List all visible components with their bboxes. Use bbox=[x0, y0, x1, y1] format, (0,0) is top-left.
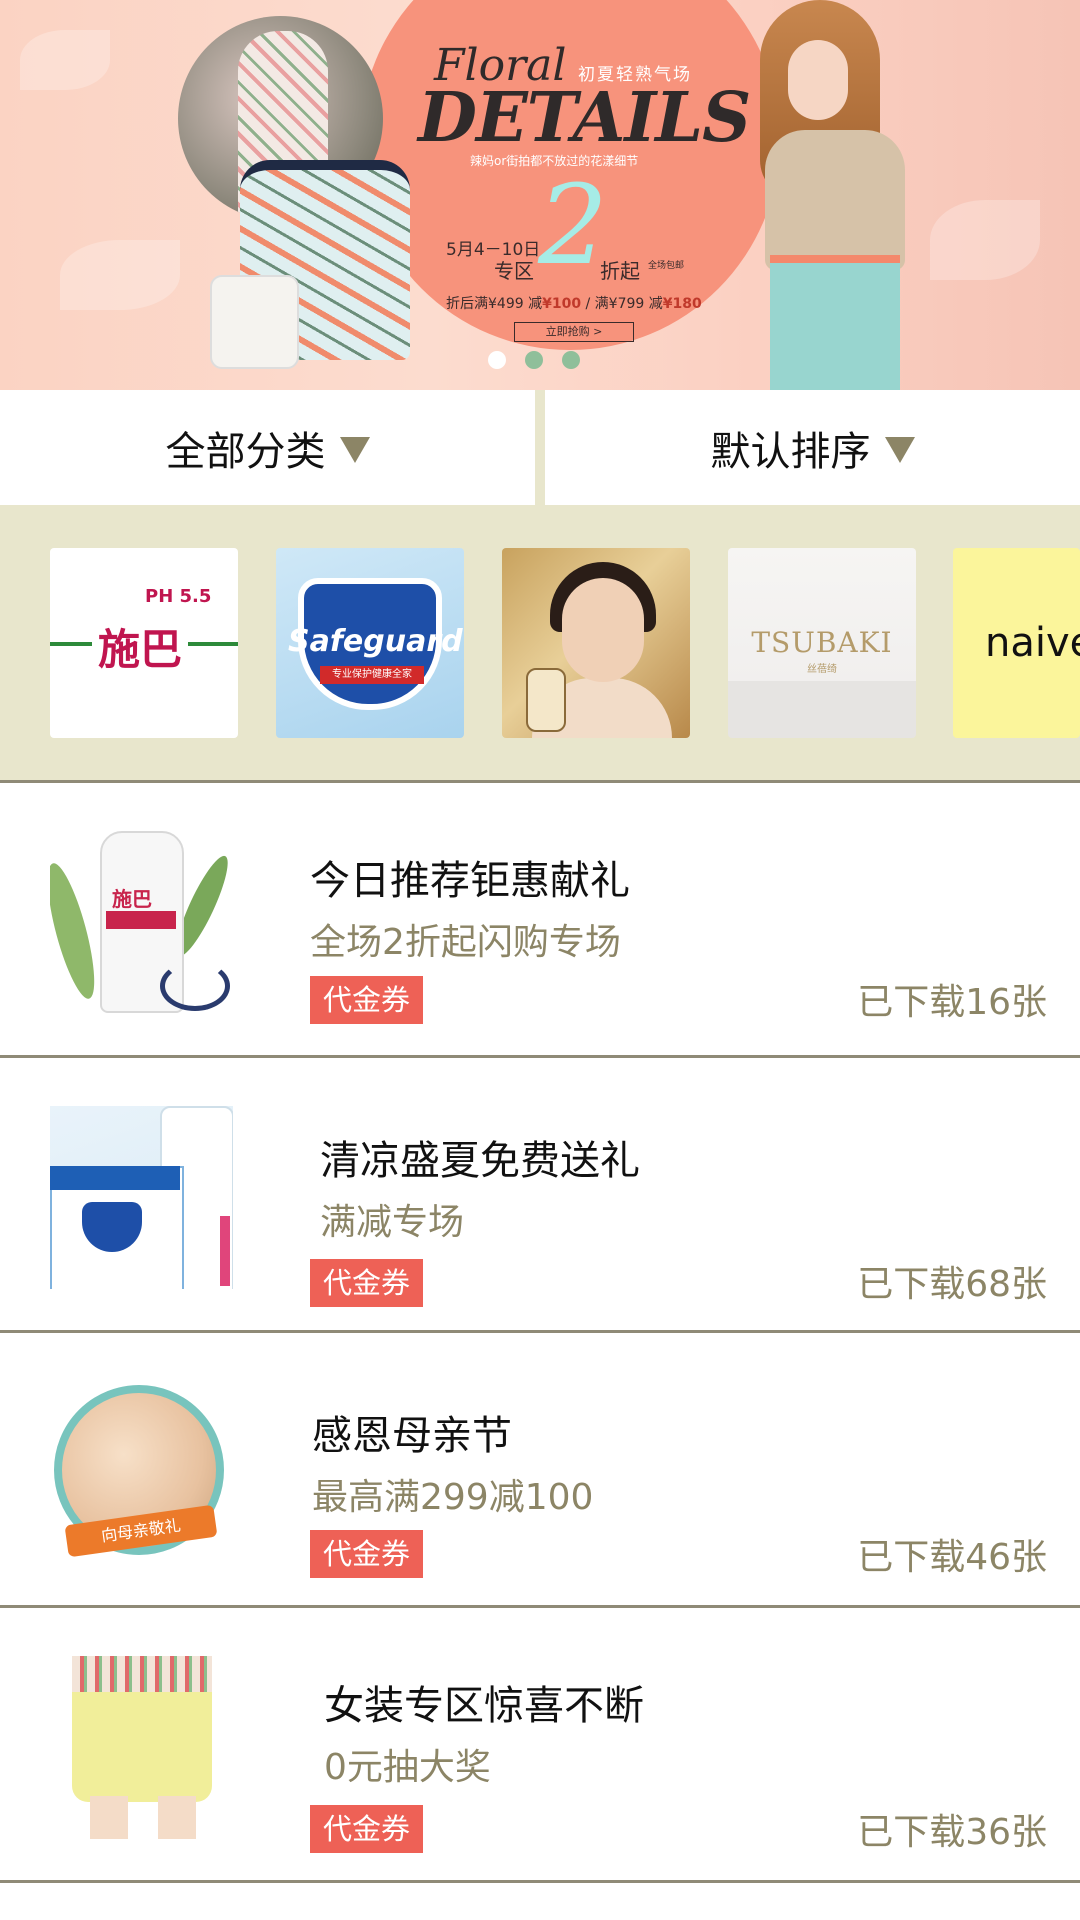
brand-ph-label: PH 5.5 bbox=[145, 586, 212, 607]
download-count: 已下载16张 bbox=[857, 982, 1047, 1023]
brand-tile-model-photo[interactable] bbox=[502, 548, 690, 738]
carousel-dot[interactable] bbox=[562, 351, 580, 369]
brand-subname: 丝蓓绮 bbox=[807, 664, 837, 675]
filter-bar: 全部分类 默认排序 bbox=[0, 390, 1080, 508]
item-thumbnail bbox=[50, 1656, 233, 1839]
brand-name: 施巴 bbox=[92, 616, 189, 677]
brand-tile-tsubaki[interactable]: TSUBAKI 丝蓓绮 bbox=[728, 548, 916, 738]
item-title: 今日推荐钜惠献礼 bbox=[310, 858, 630, 904]
dropdown-arrow-icon bbox=[339, 436, 370, 463]
category-filter-button[interactable]: 全部分类 bbox=[0, 390, 535, 505]
sort-filter-button[interactable]: 默认排序 bbox=[545, 390, 1080, 505]
item-subtitle: 0元抽大奖 bbox=[324, 1747, 491, 1788]
banner-title: DETAILS bbox=[418, 78, 751, 158]
item-title: 女装专区惊喜不断 bbox=[324, 1683, 644, 1729]
coupon-badge[interactable]: 代金券 bbox=[310, 1259, 423, 1307]
banner-zone: 专区 bbox=[494, 259, 534, 283]
dropdown-arrow-icon bbox=[884, 436, 915, 463]
brand-tile-safeguard[interactable]: Safeguard 专业保护健康全家 bbox=[276, 548, 464, 738]
coupon-badge[interactable]: 代金券 bbox=[310, 1530, 423, 1578]
item-subtitle: 全场2折起闪购专场 bbox=[310, 922, 621, 963]
download-count: 已下载68张 bbox=[857, 1264, 1047, 1305]
download-count: 已下载46张 bbox=[857, 1537, 1047, 1578]
banner-free-shipping: 全场包邮 bbox=[648, 261, 685, 271]
banner-discount-suffix: 折起 bbox=[600, 259, 640, 283]
banner-model-image bbox=[760, 0, 910, 390]
carousel-dot[interactable] bbox=[488, 351, 506, 369]
list-item[interactable]: 清凉盛夏免费送礼 满减专场 代金券 已下载68张 bbox=[0, 1058, 1080, 1333]
brand-tile-sebamed[interactable]: PH 5.5 施巴 bbox=[50, 548, 238, 738]
decor-leaf bbox=[930, 200, 1040, 280]
item-title: 清凉盛夏免费送礼 bbox=[320, 1138, 640, 1184]
category-filter-label: 全部分类 bbox=[165, 428, 326, 475]
item-title: 感恩母亲节 bbox=[312, 1413, 512, 1459]
decor-leaf bbox=[60, 240, 180, 310]
brand-name: TSUBAKI bbox=[751, 626, 893, 659]
carousel-dot[interactable] bbox=[525, 351, 543, 369]
sort-filter-label: 默认排序 bbox=[710, 428, 871, 475]
item-thumbnail: 向母亲敬礼 bbox=[50, 1381, 233, 1564]
item-thumbnail bbox=[50, 1106, 233, 1289]
decor-leaf bbox=[20, 30, 110, 90]
product-bottle-image bbox=[526, 668, 566, 732]
banner-buy-button[interactable]: 立即抢购 > bbox=[514, 322, 634, 342]
coupon-badge[interactable]: 代金券 bbox=[310, 976, 423, 1024]
brand-carousel[interactable]: PH 5.5 施巴 Safeguard 专业保护健康全家 TSUBAKI 丝蓓绮… bbox=[0, 508, 1080, 783]
coupon-badge[interactable]: 代金券 bbox=[310, 1805, 423, 1853]
brand-tile-naive[interactable]: naive bbox=[953, 548, 1080, 738]
carousel-indicator[interactable] bbox=[488, 351, 580, 369]
list-item[interactable]: 施巴 今日推荐钜惠献礼 全场2折起闪购专场 代金券 已下载16张 bbox=[0, 783, 1080, 1058]
brand-name: naive bbox=[985, 620, 1080, 666]
item-subtitle: 满减专场 bbox=[320, 1202, 465, 1243]
banner-promo-text: 折后满¥499 减¥100 / 满¥799 减¥180 bbox=[446, 296, 702, 312]
list-item[interactable]: 女装专区惊喜不断 0元抽大奖 代金券 已下载36张 bbox=[0, 1608, 1080, 1883]
item-thumbnail: 施巴 bbox=[50, 831, 233, 1014]
brand-name: Safeguard bbox=[288, 624, 463, 659]
download-count: 已下载36张 bbox=[857, 1812, 1047, 1853]
banner-discount-number: 2 bbox=[538, 161, 608, 289]
brand-tagline: 专业保护健康全家 bbox=[320, 666, 424, 684]
list-item[interactable]: 向母亲敬礼 感恩母亲节 最高满299减100 代金券 已下载46张 bbox=[0, 1333, 1080, 1608]
promo-banner[interactable]: Floral 初夏轻熟气场 DETAILS 辣妈or街拍都不放过的花漾细节 5月… bbox=[0, 0, 1080, 390]
promotion-list: 施巴 今日推荐钜惠献礼 全场2折起闪购专场 代金券 已下载16张 清凉盛夏免费送… bbox=[0, 783, 1080, 1883]
banner-bag-image bbox=[210, 275, 299, 369]
item-subtitle: 最高满299减100 bbox=[312, 1477, 594, 1518]
